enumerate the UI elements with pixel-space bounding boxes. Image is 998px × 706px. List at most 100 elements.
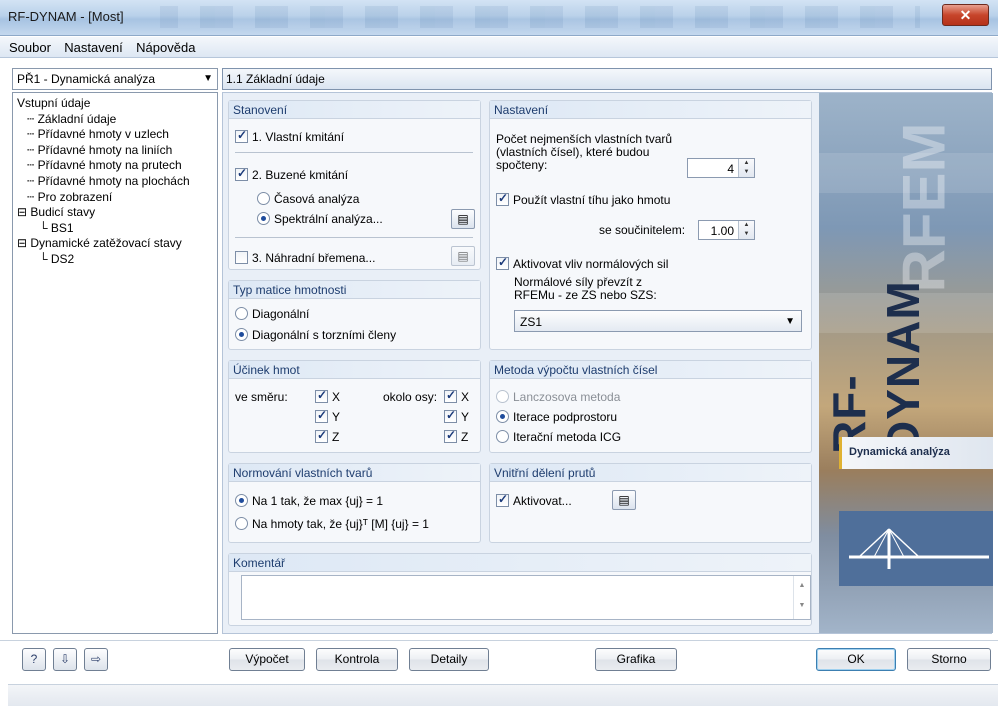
menu-nastaveni[interactable]: Nastavení	[59, 37, 128, 55]
checkbox-vliv-normalovych-sil[interactable]: Aktivovat vliv normálových sil	[496, 255, 668, 271]
tree-item-pro-zobrazeni[interactable]: ┄ Pro zobrazení	[17, 190, 217, 206]
chevron-down-icon: ▼	[785, 316, 795, 327]
help-icon: ?	[30, 652, 38, 666]
tree-item-hmoty-plochy[interactable]: ┄ Přídavné hmoty na plochách	[17, 174, 217, 190]
checkbox-vlastni-tiha[interactable]: Použít vlastní tíhu jako hmotu	[496, 191, 670, 207]
tree-item-hmoty-uzly[interactable]: ┄ Přídavné hmoty v uzlech	[17, 127, 217, 143]
group-title-stanoveni: Stanovení	[229, 101, 480, 119]
button-bar: ? ⇩ ⇨ Výpočet Kontrola Detaily Grafika O…	[0, 640, 998, 682]
scrollbar[interactable]: ▲ ▼	[793, 576, 810, 619]
spinner-arrows-icon[interactable]: ▲ ▼	[738, 221, 754, 239]
group-deleni: Vnitřní dělení prutů Aktivovat... ▤	[489, 463, 812, 543]
pocet-tvaru-spinner[interactable]: 4 ▲ ▼	[687, 158, 755, 178]
section-title: 1.1 Základní údaje	[226, 72, 325, 86]
group-stanoveni: Stanovení 1. Vlastní kmitání 2. Buzené k…	[228, 100, 481, 270]
normalove-sily-value: ZS1	[520, 315, 543, 329]
radio-icon	[257, 212, 270, 225]
soucinitel-spinner[interactable]: 1.00 ▲ ▼	[698, 220, 755, 240]
label-soucinitel: se součinitelem:	[599, 223, 686, 237]
radio-casova-analyza[interactable]: Časová analýza	[257, 192, 359, 206]
export-button[interactable]: ⇨	[84, 648, 108, 671]
checkbox-icon	[444, 428, 457, 443]
checkbox-icon	[235, 251, 248, 264]
case-select[interactable]: PŘ1 - Dynamická analýza ▼	[12, 68, 218, 90]
bridge-logo-icon	[839, 511, 993, 586]
checkbox-osa-y[interactable]: Y	[444, 408, 469, 424]
title-bar-decoration	[160, 6, 920, 28]
close-button[interactable]: ✕	[942, 4, 989, 26]
group-title-typ-matice: Typ matice hmotnosti	[229, 281, 480, 299]
tree-item-hmoty-pruty[interactable]: ┄ Přídavné hmoty na prutech	[17, 158, 217, 174]
checkbox-osa-x[interactable]: X	[444, 388, 469, 404]
checkbox-icon	[444, 408, 457, 423]
spinner-arrows-icon[interactable]: ▲ ▼	[738, 159, 754, 177]
checkbox-icon	[496, 191, 509, 206]
radio-icon	[496, 430, 509, 443]
edit-dialog-icon: ▤	[618, 493, 630, 507]
checkbox-smer-y[interactable]: Y	[315, 408, 340, 424]
checkbox-vlastni-kmitani[interactable]: 1. Vlastní kmitání	[235, 128, 344, 144]
storno-button[interactable]: Storno	[907, 648, 991, 671]
chevron-down-icon: ▼	[203, 73, 213, 84]
group-title-deleni: Vnitřní dělení prutů	[490, 464, 811, 482]
normalove-sily-select[interactable]: ZS1 ▼	[514, 310, 802, 332]
comment-textarea[interactable]: ▲ ▼	[241, 575, 811, 620]
checkbox-smer-z[interactable]: Z	[315, 428, 339, 444]
group-title-nastaveni: Nastavení	[490, 101, 811, 119]
menu-bar: Soubor Nastavení Nápověda	[0, 37, 998, 58]
radio-diagonalni-torzni[interactable]: Diagonální s torzními členy	[235, 328, 396, 342]
edit-dialog-icon: ▤	[457, 212, 469, 226]
label-pocet-tvaru: Počet nejmenších vlastních tvarů (vlastn…	[496, 132, 673, 172]
tree-item-bs1[interactable]: └ BS1	[17, 221, 217, 237]
deleni-edit-button[interactable]: ▤	[612, 490, 636, 510]
checkbox-icon	[315, 408, 328, 423]
soucinitel-value: 1.00	[710, 224, 734, 238]
label-ve-smeru: ve směru:	[235, 390, 288, 404]
help-button[interactable]: ?	[22, 648, 46, 671]
tree-item-zakladni-udaje[interactable]: ┄ Základní údaje	[17, 112, 217, 128]
radio-diagonalni[interactable]: Diagonální	[235, 307, 309, 321]
radio-lanczos[interactable]: Lanczosova metoda	[496, 390, 620, 404]
ok-button[interactable]: OK	[816, 648, 896, 671]
separator	[235, 152, 473, 153]
checkbox-buzene-kmitani[interactable]: 2. Buzené kmitání	[235, 166, 348, 182]
tree-item-hmoty-linie[interactable]: ┄ Přídavné hmoty na liniích	[17, 143, 217, 159]
checkbox-osa-z[interactable]: Z	[444, 428, 468, 444]
tree-item-dynamicke-zs[interactable]: ⊟ Dynamické zatěžovací stavy	[17, 236, 217, 252]
nahradni-edit-button[interactable]: ▤	[451, 246, 475, 266]
tree-item-budici-stavy[interactable]: ⊟ Budicí stavy	[17, 205, 217, 221]
spektralni-edit-button[interactable]: ▤	[451, 209, 475, 229]
import-button[interactable]: ⇩	[53, 648, 77, 671]
navigator-tree: Vstupní údaje ┄ Základní údaje ┄ Přídavn…	[12, 92, 218, 634]
radio-norm-max[interactable]: Na 1 tak, že max {uj} = 1	[235, 494, 383, 508]
banner-caption: Dynamická analýza	[839, 437, 993, 469]
radio-spektralni-analyza[interactable]: Spektrální analýza...	[257, 212, 383, 226]
tree-item-vstupni-udaje[interactable]: Vstupní údaje	[17, 96, 217, 112]
checkbox-icon	[315, 388, 328, 403]
title-bar: RF-DYNAM - [Most] ✕	[0, 0, 998, 36]
checkbox-icon	[235, 128, 248, 143]
tree-item-ds2[interactable]: └ DS2	[17, 252, 217, 268]
checkbox-icon	[496, 492, 509, 507]
checkbox-smer-x[interactable]: X	[315, 388, 340, 404]
checkbox-icon	[315, 428, 328, 443]
detaily-button[interactable]: Detaily	[409, 648, 489, 671]
radio-icon	[496, 390, 509, 403]
checkbox-aktivovat-deleni[interactable]: Aktivovat...	[496, 492, 572, 508]
checkbox-nahradni-bremena[interactable]: 3. Náhradní břemena...	[235, 251, 375, 265]
radio-iteracni-icg[interactable]: Iterační metoda ICG	[496, 430, 621, 444]
group-ucinek-hmot: Účinek hmot ve směru: X Y Z okolo osy: X…	[228, 360, 481, 453]
pocet-tvaru-value: 4	[727, 162, 734, 176]
label-okolo-osy: okolo osy:	[383, 390, 438, 404]
section-header: 1.1 Základní údaje	[222, 68, 992, 90]
radio-norm-hmoty[interactable]: Na hmoty tak, že {uj}ᵀ [M] {uj} = 1	[235, 517, 429, 531]
grafika-button[interactable]: Grafika	[595, 648, 677, 671]
case-select-value: PŘ1 - Dynamická analýza	[17, 72, 156, 86]
vypocet-button[interactable]: Výpočet	[229, 648, 305, 671]
product-banner: RFEM RF-DYNAM Dynamická analýza	[819, 93, 993, 633]
kontrola-button[interactable]: Kontrola	[316, 648, 398, 671]
menu-napoveda[interactable]: Nápověda	[131, 37, 200, 55]
menu-soubor[interactable]: Soubor	[4, 37, 56, 55]
radio-icon	[235, 494, 248, 507]
radio-iterace-podprostoru[interactable]: Iterace podprostoru	[496, 410, 617, 424]
